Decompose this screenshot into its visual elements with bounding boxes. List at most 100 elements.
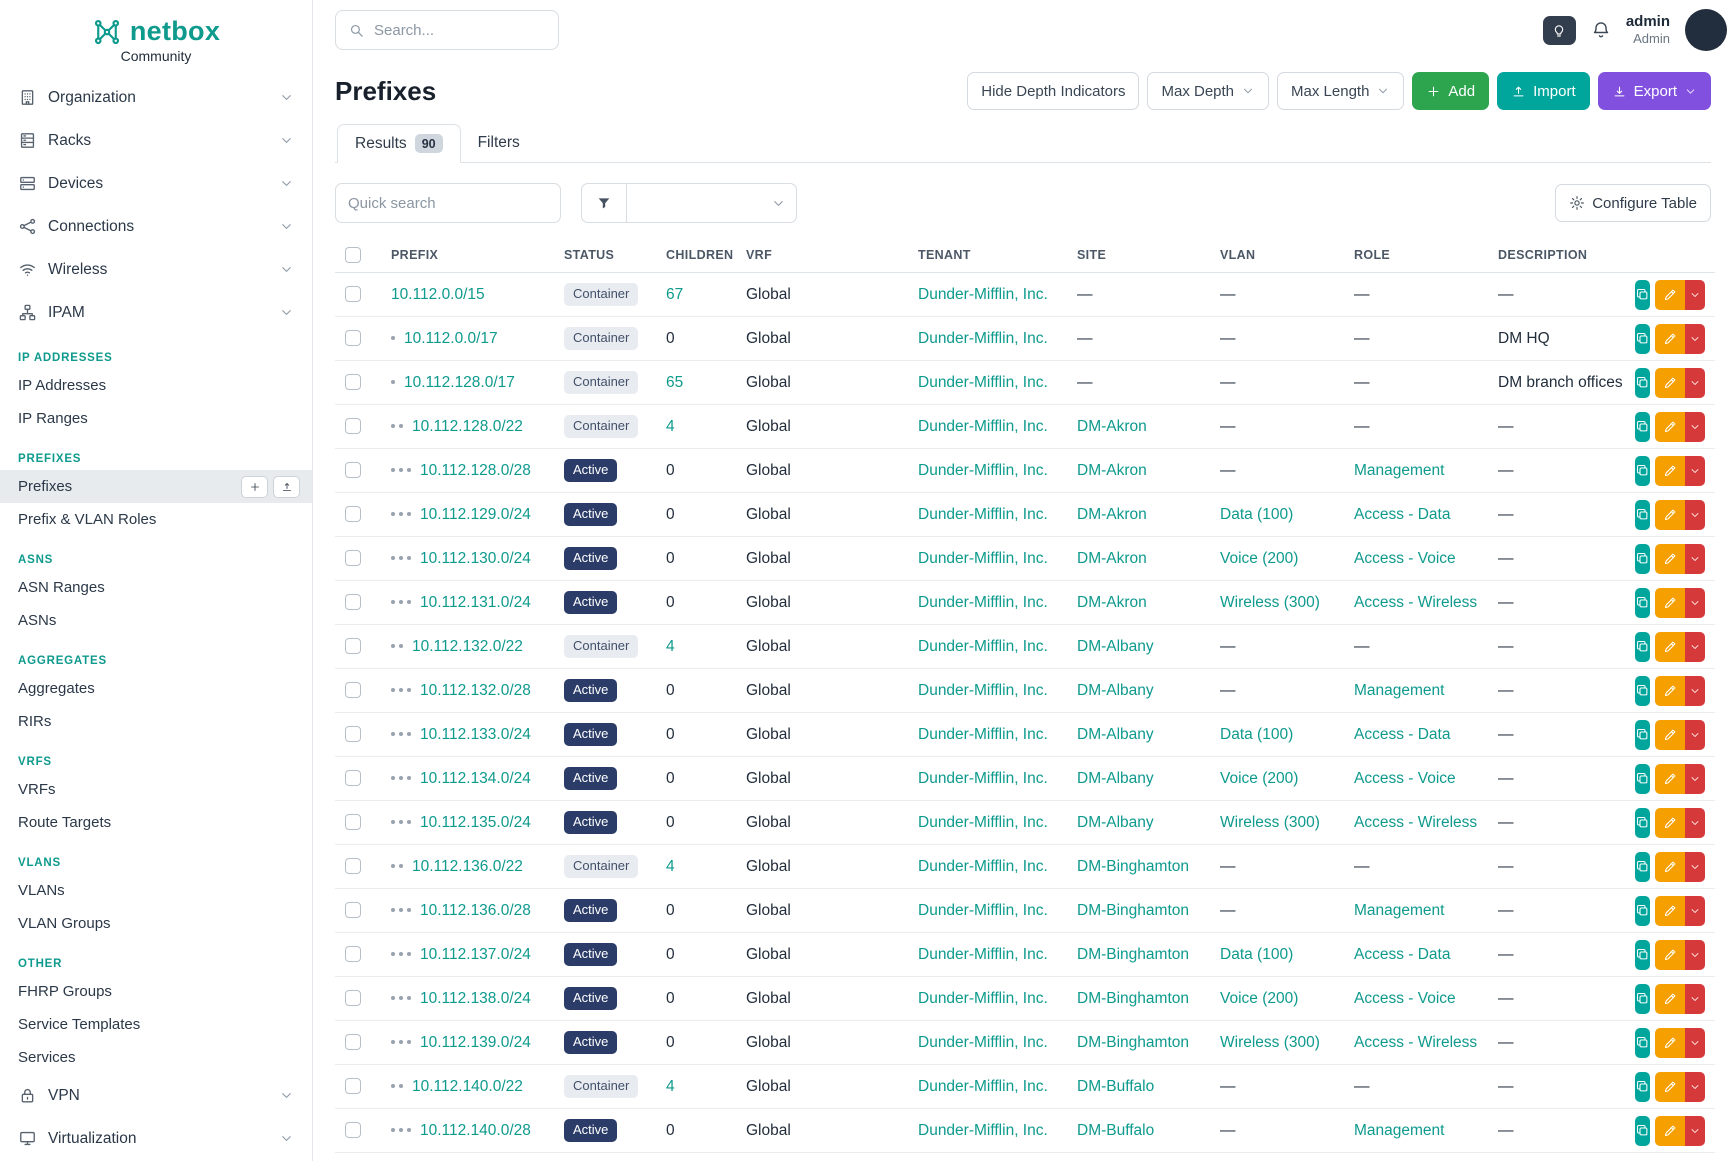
tenant-link[interactable]: Dunder-Mifflin, Inc. <box>918 1078 1048 1095</box>
edit-dropdown-caret[interactable] <box>1685 500 1705 530</box>
row-checkbox[interactable] <box>345 1078 361 1094</box>
hide-depth-indicators-button[interactable]: Hide Depth Indicators <box>967 72 1139 110</box>
role-link[interactable]: Access - Wireless <box>1354 814 1477 831</box>
children-count-link[interactable]: 4 <box>666 418 675 435</box>
sidebar-item-ipam[interactable]: IPAM <box>0 291 312 334</box>
select-all-checkbox[interactable] <box>345 247 361 263</box>
sidebar-item-asns[interactable]: ASNs <box>0 604 312 637</box>
prefix-link[interactable]: 10.112.137.0/24 <box>420 946 531 963</box>
edit-button[interactable] <box>1655 896 1685 926</box>
sidebar-item-wireless[interactable]: Wireless <box>0 248 312 291</box>
edit-dropdown-caret[interactable] <box>1685 544 1705 574</box>
role-link[interactable]: Access - Data <box>1354 946 1450 963</box>
tenant-link[interactable]: Dunder-Mifflin, Inc. <box>918 1034 1048 1051</box>
sidebar-item-virtualization[interactable]: Virtualization <box>0 1117 312 1160</box>
copy-button[interactable] <box>1635 280 1650 310</box>
edit-button[interactable] <box>1655 412 1685 442</box>
prefix-link[interactable]: 10.112.130.0/24 <box>420 550 531 567</box>
edit-dropdown-caret[interactable] <box>1685 808 1705 838</box>
prefix-link[interactable]: 10.112.140.0/22 <box>412 1078 523 1095</box>
site-link[interactable]: DM-Binghamton <box>1077 990 1189 1007</box>
copy-button[interactable] <box>1635 632 1650 662</box>
role-link[interactable]: Access - Wireless <box>1354 594 1477 611</box>
avatar[interactable] <box>1685 9 1727 51</box>
vlan-link[interactable]: Data (100) <box>1220 726 1293 743</box>
tab-results[interactable]: Results 90 <box>337 124 461 163</box>
export-button[interactable]: Export <box>1598 72 1711 110</box>
edit-button[interactable] <box>1655 720 1685 750</box>
tenant-link[interactable]: Dunder-Mifflin, Inc. <box>918 462 1048 479</box>
search-input[interactable] <box>374 22 546 39</box>
prefix-link[interactable]: 10.112.136.0/28 <box>420 902 531 919</box>
row-checkbox[interactable] <box>345 946 361 962</box>
import-button[interactable]: Import <box>1497 72 1590 110</box>
role-link[interactable]: Management <box>1354 682 1444 699</box>
notifications-bell-icon[interactable] <box>1591 20 1611 40</box>
edit-button[interactable] <box>1655 280 1685 310</box>
children-count-link[interactable]: 4 <box>666 1078 675 1095</box>
sidebar-item-ip-ranges[interactable]: IP Ranges <box>0 402 312 435</box>
sidebar-item-prefix-vlan-roles[interactable]: Prefix & VLAN Roles <box>0 503 312 536</box>
edit-button[interactable] <box>1655 940 1685 970</box>
prefix-link[interactable]: 10.112.129.0/24 <box>420 506 531 523</box>
row-checkbox[interactable] <box>345 374 361 390</box>
sidebar-item-devices[interactable]: Devices <box>0 162 312 205</box>
tenant-link[interactable]: Dunder-Mifflin, Inc. <box>918 286 1048 303</box>
role-link[interactable]: Access - Voice <box>1354 770 1456 787</box>
prefix-link[interactable]: 10.112.139.0/24 <box>420 1034 531 1051</box>
role-link[interactable]: Access - Voice <box>1354 990 1456 1007</box>
edit-button[interactable] <box>1655 764 1685 794</box>
max-depth-dropdown[interactable]: Max Depth <box>1147 72 1269 110</box>
sidebar-item-service-templates[interactable]: Service Templates <box>0 1008 312 1041</box>
column-header-role[interactable]: ROLE <box>1344 237 1488 273</box>
role-link[interactable]: Access - Data <box>1354 506 1450 523</box>
edit-dropdown-caret[interactable] <box>1685 852 1705 882</box>
column-header-children[interactable]: CHILDREN <box>656 237 736 273</box>
tenant-link[interactable]: Dunder-Mifflin, Inc. <box>918 726 1048 743</box>
copy-button[interactable] <box>1635 500 1650 530</box>
prefix-link[interactable]: 10.112.128.0/17 <box>404 374 515 391</box>
tenant-link[interactable]: Dunder-Mifflin, Inc. <box>918 374 1048 391</box>
column-header-tenant[interactable]: TENANT <box>908 237 1067 273</box>
row-checkbox[interactable] <box>345 594 361 610</box>
role-link[interactable]: Management <box>1354 1122 1444 1139</box>
edit-button[interactable] <box>1655 456 1685 486</box>
user-menu[interactable]: admin Admin <box>1626 13 1670 48</box>
tab-filters[interactable]: Filters <box>461 124 537 162</box>
site-link[interactable]: DM-Albany <box>1077 770 1154 787</box>
vlan-link[interactable]: Voice (200) <box>1220 770 1298 787</box>
edit-dropdown-caret[interactable] <box>1685 632 1705 662</box>
global-search[interactable] <box>335 10 559 50</box>
tenant-link[interactable]: Dunder-Mifflin, Inc. <box>918 902 1048 919</box>
copy-button[interactable] <box>1635 896 1650 926</box>
site-link[interactable]: DM-Binghamton <box>1077 946 1189 963</box>
tenant-link[interactable]: Dunder-Mifflin, Inc. <box>918 594 1048 611</box>
role-link[interactable]: Access - Wireless <box>1354 1034 1477 1051</box>
sidebar-item-organization[interactable]: Organization <box>0 76 312 119</box>
row-checkbox[interactable] <box>345 902 361 918</box>
copy-button[interactable] <box>1635 1028 1650 1058</box>
copy-button[interactable] <box>1635 676 1650 706</box>
site-link[interactable]: DM-Akron <box>1077 506 1147 523</box>
edit-dropdown-caret[interactable] <box>1685 588 1705 618</box>
edit-dropdown-caret[interactable] <box>1685 368 1705 398</box>
edit-button[interactable] <box>1655 500 1685 530</box>
prefix-link[interactable]: 10.112.132.0/22 <box>412 638 523 655</box>
edit-button[interactable] <box>1655 544 1685 574</box>
prefix-link[interactable]: 10.112.134.0/24 <box>420 770 531 787</box>
edit-dropdown-caret[interactable] <box>1685 412 1705 442</box>
site-link[interactable]: DM-Buffalo <box>1077 1078 1154 1095</box>
quick-add-button[interactable] <box>241 476 268 498</box>
saved-filter-select[interactable] <box>627 183 797 223</box>
role-link[interactable]: Management <box>1354 902 1444 919</box>
prefix-link[interactable]: 10.112.138.0/24 <box>420 990 531 1007</box>
sidebar-item-route-targets[interactable]: Route Targets <box>0 806 312 839</box>
copy-button[interactable] <box>1635 1072 1650 1102</box>
children-count-link[interactable]: 67 <box>666 286 683 303</box>
filter-button[interactable] <box>581 183 627 223</box>
copy-button[interactable] <box>1635 324 1650 354</box>
prefix-link[interactable]: 10.112.133.0/24 <box>420 726 531 743</box>
copy-button[interactable] <box>1635 1116 1650 1146</box>
edit-button[interactable] <box>1655 808 1685 838</box>
copy-button[interactable] <box>1635 984 1650 1014</box>
